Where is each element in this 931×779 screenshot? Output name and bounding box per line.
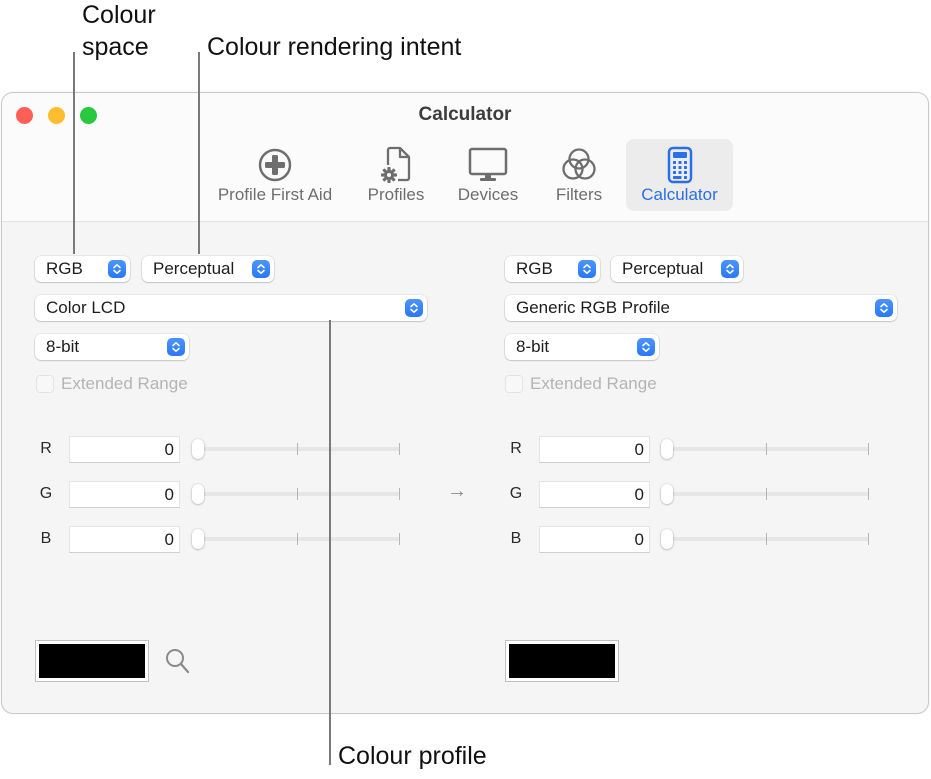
dest-rendering-intent-popup[interactable]: Perceptual xyxy=(611,256,743,282)
callout-colour-space-line1: Colour xyxy=(82,1,156,29)
source-channel-r-slider[interactable] xyxy=(192,439,402,459)
chevron-updown-icon xyxy=(721,260,739,278)
plus-circle-icon xyxy=(255,145,295,185)
dest-channel-g-slider[interactable] xyxy=(661,484,871,504)
source-rendering-intent-popup[interactable]: Perceptual xyxy=(142,256,274,282)
chevron-updown-icon xyxy=(637,338,655,356)
popup-value: 8-bit xyxy=(516,337,550,356)
chevron-updown-icon xyxy=(578,260,596,278)
callout-line-rendering-intent xyxy=(198,52,200,254)
toolbar-item-profile-first-aid[interactable]: Profile First Aid xyxy=(202,139,348,211)
toolbar-label: Filters xyxy=(555,185,603,204)
slider-tick xyxy=(297,533,298,545)
extended-range-label: Extended Range xyxy=(530,374,657,393)
toolbar-item-calculator[interactable]: Calculator xyxy=(626,139,733,211)
chevron-updown-icon xyxy=(167,338,185,356)
slider-tick xyxy=(399,443,400,455)
chevron-updown-icon xyxy=(252,260,270,278)
toolbar-label: Calculator xyxy=(641,185,718,204)
popup-value: Generic RGB Profile xyxy=(516,298,670,317)
slider-tick xyxy=(399,488,400,500)
toolbar-item-devices[interactable]: Devices xyxy=(448,139,528,211)
callout-colour-profile: Colour profile xyxy=(338,742,487,770)
dest-channel-b-slider[interactable] xyxy=(661,529,871,549)
extended-range-label: Extended Range xyxy=(61,374,188,393)
toolbar-label: Devices xyxy=(457,185,519,204)
slider-tick xyxy=(766,443,767,455)
dest-channel-g-field[interactable]: 0 xyxy=(539,481,650,508)
toolbar-item-profiles[interactable]: Profiles xyxy=(358,139,434,211)
popup-value: Color LCD xyxy=(46,298,126,317)
source-channel-g-slider[interactable] xyxy=(192,484,402,504)
document-gear-icon xyxy=(376,145,416,185)
popup-value: Perceptual xyxy=(153,259,235,278)
dest-extended-range[interactable]: Extended Range xyxy=(505,374,657,394)
dest-channel-r-field[interactable]: 0 xyxy=(539,436,650,463)
conversion-arrow-icon: → xyxy=(447,480,467,502)
source-channel-b-slider[interactable] xyxy=(192,529,402,549)
toolbar-label: Profile First Aid xyxy=(217,185,333,204)
titlebar-toolbar: Calculator Profile First Aid Profiles De… xyxy=(2,93,928,222)
source-channel-b-label: B xyxy=(40,530,52,547)
slider-tick xyxy=(297,488,298,500)
slider-tick xyxy=(868,533,869,545)
source-channel-r-label: R xyxy=(40,440,52,457)
source-channel-g-label: G xyxy=(39,485,53,502)
chevron-updown-icon xyxy=(875,299,893,317)
slider-tick xyxy=(868,488,869,500)
slider-thumb[interactable] xyxy=(661,529,673,549)
source-bit-depth-popup[interactable]: 8-bit xyxy=(35,334,189,360)
slider-tick xyxy=(868,443,869,455)
chevron-updown-icon xyxy=(108,260,126,278)
slider-thumb[interactable] xyxy=(192,529,204,549)
slider-thumb[interactable] xyxy=(661,439,673,459)
calculator-window: Calculator Profile First Aid Profiles De… xyxy=(1,92,929,714)
callout-line-colour-profile xyxy=(329,320,331,765)
source-extended-range[interactable]: Extended Range xyxy=(36,374,188,394)
popup-value: RGB xyxy=(516,259,553,278)
slider-thumb[interactable] xyxy=(192,439,204,459)
toolbar-item-filters[interactable]: Filters xyxy=(544,139,614,211)
popup-value: RGB xyxy=(46,259,83,278)
source-channel-r-field[interactable]: 0 xyxy=(69,436,180,463)
toolbar-label: Profiles xyxy=(367,185,425,204)
dest-channel-b-label: B xyxy=(510,530,522,547)
slider-tick xyxy=(766,533,767,545)
source-profile-popup[interactable]: Color LCD xyxy=(35,295,427,321)
extended-range-checkbox[interactable] xyxy=(505,375,523,393)
dest-channel-g-label: G xyxy=(509,485,523,502)
calculator-icon xyxy=(660,145,700,185)
monitor-icon xyxy=(468,145,508,185)
slider-tick xyxy=(766,488,767,500)
dest-channel-b-field[interactable]: 0 xyxy=(539,526,650,553)
source-colour-swatch[interactable] xyxy=(35,640,149,682)
slider-thumb[interactable] xyxy=(661,484,673,504)
slider-tick xyxy=(297,443,298,455)
slider-thumb[interactable] xyxy=(192,484,204,504)
dest-bit-depth-popup[interactable]: 8-bit xyxy=(505,334,659,360)
extended-range-checkbox[interactable] xyxy=(36,375,54,393)
dest-channel-r-label: R xyxy=(510,440,522,457)
popup-value: Perceptual xyxy=(622,259,704,278)
chevron-updown-icon xyxy=(405,299,423,317)
dest-profile-popup[interactable]: Generic RGB Profile xyxy=(505,295,897,321)
venn-circles-icon xyxy=(559,145,599,185)
source-colour-space-popup[interactable]: RGB xyxy=(35,256,130,282)
callout-rendering-intent: Colour rendering intent xyxy=(207,33,462,61)
slider-tick xyxy=(399,533,400,545)
callout-line-colour-space xyxy=(73,52,75,254)
popup-value: 8-bit xyxy=(46,337,80,356)
dest-colour-space-popup[interactable]: RGB xyxy=(505,256,600,282)
dest-channel-r-slider[interactable] xyxy=(661,439,871,459)
source-channel-b-field[interactable]: 0 xyxy=(69,526,180,553)
source-channel-g-field[interactable]: 0 xyxy=(69,481,180,508)
window-title: Calculator xyxy=(418,104,512,125)
dest-colour-swatch xyxy=(505,640,619,682)
magnifier-icon[interactable] xyxy=(164,647,192,677)
callout-colour-space-line2: space xyxy=(82,33,149,61)
